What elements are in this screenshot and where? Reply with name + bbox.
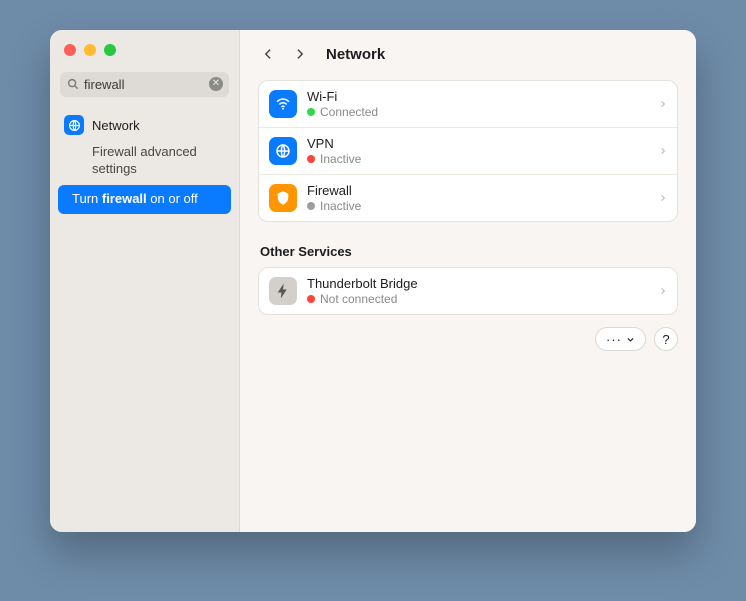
- search-input[interactable]: [60, 72, 229, 97]
- footer-controls: ··· ?: [258, 327, 678, 351]
- status-dot-icon: [307, 108, 315, 116]
- title-bar: Network: [258, 30, 678, 80]
- search-result-prefix: Turn: [72, 191, 102, 208]
- clear-search-icon[interactable]: ✕: [209, 77, 223, 91]
- search-result-advanced[interactable]: Firewall advanced settings: [58, 141, 231, 181]
- minimize-icon[interactable]: [84, 44, 96, 56]
- chevron-right-icon: [659, 192, 667, 204]
- sidebar-category-network[interactable]: Network: [58, 109, 231, 141]
- chevron-right-icon: [659, 145, 667, 157]
- status-dot-icon: [307, 202, 315, 210]
- back-button[interactable]: [258, 44, 279, 64]
- window-controls: [50, 30, 239, 66]
- search-icon: [66, 77, 80, 91]
- help-icon: ?: [662, 332, 669, 347]
- service-status: Inactive: [307, 152, 659, 166]
- search-result-suffix: on or off: [147, 191, 198, 208]
- other-services-label: Other Services: [258, 234, 678, 267]
- service-name: Wi-Fi: [307, 89, 659, 104]
- service-status: Inactive: [307, 199, 659, 213]
- search-field: ✕: [60, 72, 229, 97]
- search-result-toggle-firewall[interactable]: Turn firewall on or off: [58, 185, 231, 214]
- status-label: Not connected: [320, 292, 397, 306]
- service-row-vpn[interactable]: VPN Inactive: [259, 128, 677, 175]
- bolt-icon: [269, 277, 297, 305]
- status-label: Connected: [320, 105, 378, 119]
- chevron-right-icon: [659, 285, 667, 297]
- service-row-firewall[interactable]: Firewall Inactive: [259, 175, 677, 221]
- settings-window: ✕ Network Firewall advanced settings Tur…: [50, 30, 696, 532]
- network-icon: [64, 115, 84, 135]
- chevron-down-icon: [626, 335, 635, 344]
- service-status: Not connected: [307, 292, 659, 306]
- globe-icon: [269, 137, 297, 165]
- other-services-list: Thunderbolt Bridge Not connected: [258, 267, 678, 315]
- service-row-thunderbolt[interactable]: Thunderbolt Bridge Not connected: [259, 268, 677, 314]
- search-result-match: firewall: [102, 191, 147, 208]
- ellipsis-icon: ···: [606, 332, 622, 347]
- service-status: Connected: [307, 105, 659, 119]
- more-menu-button[interactable]: ···: [595, 327, 646, 351]
- service-name: Firewall: [307, 183, 659, 198]
- service-text: Firewall Inactive: [307, 183, 659, 213]
- status-label: Inactive: [320, 152, 361, 166]
- status-dot-icon: [307, 295, 315, 303]
- sidebar-category-label: Network: [92, 118, 140, 133]
- chevron-right-icon: [659, 98, 667, 110]
- status-dot-icon: [307, 155, 315, 163]
- service-text: Thunderbolt Bridge Not connected: [307, 276, 659, 306]
- status-label: Inactive: [320, 199, 361, 213]
- wifi-icon: [269, 90, 297, 118]
- service-row-wifi[interactable]: Wi-Fi Connected: [259, 81, 677, 128]
- forward-button[interactable]: [289, 44, 310, 64]
- close-icon[interactable]: [64, 44, 76, 56]
- shield-icon: [269, 184, 297, 212]
- service-name: Thunderbolt Bridge: [307, 276, 659, 291]
- sidebar: ✕ Network Firewall advanced settings Tur…: [50, 30, 240, 532]
- services-list: Wi-Fi Connected VPN: [258, 80, 678, 222]
- zoom-icon[interactable]: [104, 44, 116, 56]
- search-result-label: Firewall advanced settings: [92, 144, 197, 176]
- service-text: VPN Inactive: [307, 136, 659, 166]
- search-results: Network Firewall advanced settings Turn …: [50, 109, 239, 214]
- service-name: VPN: [307, 136, 659, 151]
- help-button[interactable]: ?: [654, 327, 678, 351]
- main-content: Network Wi-Fi Connected: [240, 30, 696, 532]
- service-text: Wi-Fi Connected: [307, 89, 659, 119]
- page-title: Network: [326, 46, 385, 63]
